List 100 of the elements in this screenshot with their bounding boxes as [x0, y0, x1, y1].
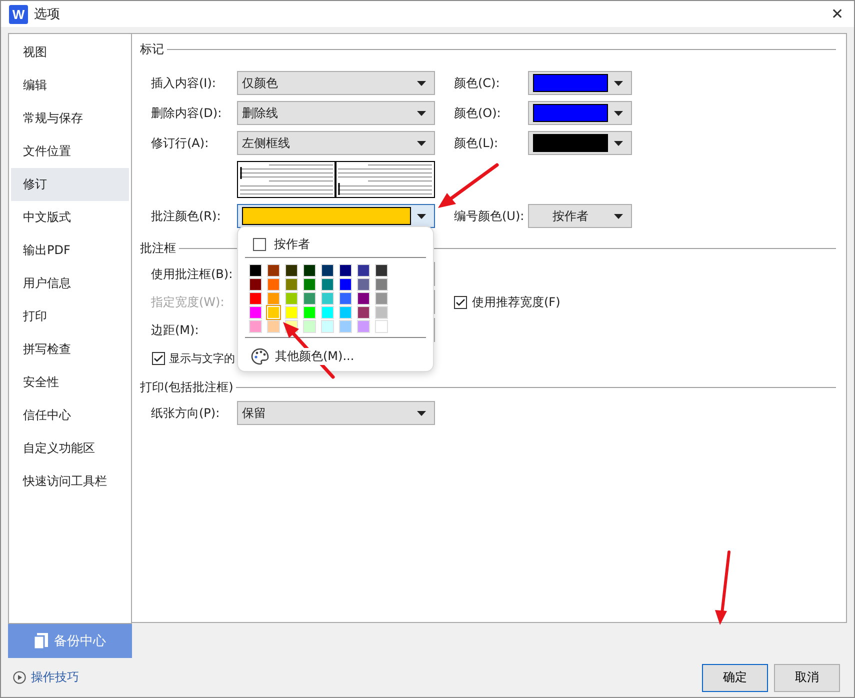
- caret-icon: [417, 80, 426, 86]
- color-swatch[interactable]: [375, 292, 388, 305]
- field-label: 纸张方向(P):: [151, 404, 221, 422]
- color-swatch[interactable]: [249, 264, 262, 277]
- color-swatch[interactable]: [249, 306, 262, 319]
- color-swatch[interactable]: [267, 292, 280, 305]
- color-swatch[interactable]: [339, 264, 352, 277]
- color-swatch[interactable]: [303, 306, 316, 319]
- color-dropdown[interactable]: [528, 101, 632, 125]
- field-label: 删除内容(D):: [151, 104, 223, 122]
- color-dropdown[interactable]: [528, 131, 632, 155]
- caret-icon: [417, 110, 426, 116]
- color-swatch[interactable]: [303, 320, 316, 333]
- sidebar-item[interactable]: 拼写检查: [11, 333, 129, 366]
- tips-link[interactable]: 操作技巧: [13, 669, 79, 686]
- sidebar-item[interactable]: 输出PDF: [11, 234, 129, 267]
- ok-button[interactable]: 确定: [702, 664, 768, 692]
- sidebar-item[interactable]: 修订: [11, 168, 129, 201]
- color-swatch[interactable]: [249, 320, 262, 333]
- color-swatch[interactable]: [357, 320, 370, 333]
- dropdown[interactable]: 左侧框线: [237, 131, 435, 155]
- dropdown[interactable]: 保留: [237, 401, 435, 425]
- color-swatch[interactable]: [321, 292, 334, 305]
- field-label: 颜色(C):: [454, 74, 501, 92]
- section-title: 打印(包括批注框): [140, 378, 234, 396]
- color-swatch[interactable]: [339, 320, 352, 333]
- checkbox-label: 使用推荐宽度(F): [472, 294, 560, 310]
- more-colors-item[interactable]: 其他颜色(M)...: [245, 344, 426, 368]
- color-swatch[interactable]: [321, 264, 334, 277]
- sidebar-item[interactable]: 打印: [11, 300, 129, 333]
- color-swatch[interactable]: [303, 292, 316, 305]
- color-swatch[interactable]: [339, 306, 352, 319]
- color-swatch[interactable]: [339, 278, 352, 291]
- field-label: 颜色(O):: [454, 104, 502, 122]
- checkbox-label: 按作者: [274, 236, 310, 252]
- color-swatch[interactable]: [357, 292, 370, 305]
- field-label: 修订行(A):: [151, 134, 210, 152]
- checkbox[interactable]: [454, 296, 467, 308]
- dropdown[interactable]: 仅颜色: [237, 71, 435, 95]
- sidebar-item[interactable]: 快速访问工具栏: [11, 465, 129, 498]
- close-button[interactable]: ✕: [829, 5, 846, 23]
- sidebar-item[interactable]: 中文版式: [11, 201, 129, 234]
- field-label: 颜色(L):: [454, 134, 500, 152]
- color-swatch[interactable]: [249, 278, 262, 291]
- dropdown[interactable]: 删除线: [237, 101, 435, 125]
- color-swatch[interactable]: [267, 278, 280, 291]
- section-title: 批注框: [140, 240, 176, 256]
- sidebar-item[interactable]: 自定义功能区: [11, 432, 129, 465]
- sidebar-item[interactable]: 用户信息: [11, 267, 129, 300]
- sidebar-item[interactable]: 常规与保存: [11, 102, 129, 135]
- color-swatch[interactable]: [375, 264, 388, 277]
- sidebar-item[interactable]: 安全性: [11, 366, 129, 399]
- color-swatch[interactable]: [357, 306, 370, 319]
- sidebar-item[interactable]: 信任中心: [11, 399, 129, 432]
- field-label: 批注颜色(R):: [151, 208, 222, 224]
- window-title: 选项: [34, 6, 60, 23]
- checkbox[interactable]: [253, 238, 266, 250]
- sidebar-item[interactable]: 文件位置: [11, 135, 129, 168]
- color-swatch[interactable]: [357, 278, 370, 291]
- caret-icon: [417, 214, 426, 218]
- dropdown[interactable]: 按作者: [528, 204, 632, 228]
- caret-icon: [614, 80, 623, 86]
- color-swatch[interactable]: [339, 292, 352, 305]
- sidebar-item[interactable]: 视图: [11, 36, 129, 69]
- color-swatch[interactable]: [321, 278, 334, 291]
- color-swatch[interactable]: [375, 320, 388, 333]
- section-title: 标记: [140, 40, 164, 58]
- color-swatch[interactable]: [321, 320, 334, 333]
- caret-icon: [614, 140, 623, 146]
- color-swatch[interactable]: [375, 278, 388, 291]
- color-swatch[interactable]: [303, 278, 316, 291]
- color-swatch[interactable]: [285, 278, 298, 291]
- color-dropdown[interactable]: [237, 204, 435, 228]
- caret-icon: [614, 214, 623, 218]
- color-swatch[interactable]: [321, 306, 334, 319]
- color-swatch[interactable]: [249, 292, 262, 305]
- caret-icon: [417, 410, 426, 416]
- annotation-arrow: [438, 163, 499, 208]
- caret-icon: [417, 140, 426, 146]
- color-swatch[interactable]: [357, 264, 370, 277]
- caret-icon: [614, 110, 623, 116]
- color-swatch[interactable]: [375, 306, 388, 319]
- sidebar-item[interactable]: 编辑: [11, 69, 129, 102]
- app-logo: W: [9, 4, 28, 24]
- checkbox-label: 显示与文字的: [169, 350, 235, 366]
- checkbox[interactable]: [152, 352, 165, 364]
- field-label: 边距(M):: [151, 322, 200, 338]
- document-icon: [34, 633, 48, 649]
- color-dropdown[interactable]: [528, 71, 632, 95]
- color-swatch[interactable]: [285, 292, 298, 305]
- color-swatch[interactable]: [267, 320, 280, 333]
- color-swatch[interactable]: [285, 306, 298, 319]
- cancel-button[interactable]: 取消: [774, 664, 840, 692]
- color-swatch[interactable]: [303, 264, 316, 277]
- color-swatch[interactable]: [267, 264, 280, 277]
- palette-icon: [251, 348, 269, 364]
- color-swatch[interactable]: [285, 264, 298, 277]
- play-icon: [13, 671, 26, 684]
- field-label: 使用批注框(B):: [151, 266, 234, 282]
- field-label: 编号颜色(U):: [454, 208, 526, 224]
